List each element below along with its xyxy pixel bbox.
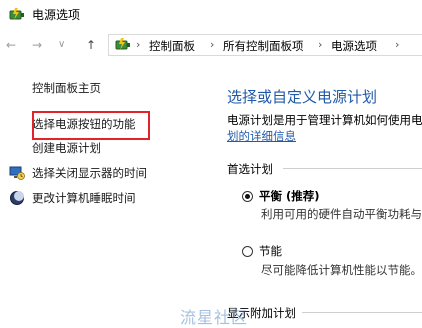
control-panel-icon bbox=[115, 38, 130, 50]
description-text: 电源计划是用于管理计算机如何使用电 bbox=[227, 113, 422, 127]
sidebar-home-link[interactable]: 控制面板主页 bbox=[32, 80, 101, 96]
address-bar: ← → ∨ ↑ › 控制面板 › 所有控制面板项 › 电源选项 › bbox=[0, 30, 422, 60]
group-divider bbox=[302, 312, 422, 313]
plan-power-saver-label[interactable]: 节能 bbox=[259, 243, 282, 259]
power-options-icon bbox=[9, 8, 24, 20]
recent-locations-chevron-icon[interactable]: ∨ bbox=[58, 39, 65, 50]
sidebar-item-create-plan[interactable]: 创建电源计划 bbox=[32, 140, 101, 156]
page-title: 选择或自定义电源计划 bbox=[227, 88, 378, 106]
up-arrow-icon[interactable]: ↑ bbox=[86, 38, 96, 52]
breadcrumb-all-items[interactable]: 所有控制面板项 bbox=[223, 38, 304, 54]
back-arrow-icon[interactable]: ← bbox=[6, 38, 16, 52]
plan-balanced-label[interactable]: 平衡 (推荐) bbox=[259, 188, 320, 204]
window-title: 电源选项 bbox=[32, 8, 81, 22]
plan-details-link[interactable]: 划的详细信息 bbox=[227, 128, 296, 144]
moon-icon bbox=[10, 191, 24, 205]
plan-balanced-radio[interactable] bbox=[242, 191, 253, 202]
breadcrumb-power-options[interactable]: 电源选项 bbox=[331, 38, 377, 54]
breadcrumb-control-panel[interactable]: 控制面板 bbox=[149, 38, 195, 54]
monitor-clock-icon bbox=[9, 166, 25, 180]
address-box[interactable]: › 控制面板 › 所有控制面板项 › 电源选项 › bbox=[108, 34, 422, 56]
breadcrumb-separator-icon[interactable]: › bbox=[395, 38, 399, 51]
title-bar: 电源选项 bbox=[0, 0, 422, 30]
plan-power-saver-description: 尽可能降低计算机性能以节能。 bbox=[261, 263, 422, 277]
plan-balanced-description: 利用可用的硬件自动平衡功耗与 bbox=[261, 207, 422, 221]
sidebar-item-display-off-time[interactable]: 选择关闭显示器的时间 bbox=[32, 165, 147, 181]
watermark-text: 流星社区 bbox=[180, 308, 249, 327]
breadcrumb-separator-icon[interactable]: › bbox=[318, 38, 322, 51]
preferred-plans-label: 首选计划 bbox=[227, 162, 273, 176]
group-divider bbox=[283, 168, 422, 169]
plan-power-saver-radio[interactable] bbox=[242, 246, 253, 257]
breadcrumb-separator-icon[interactable]: › bbox=[136, 38, 140, 51]
forward-arrow-icon[interactable]: → bbox=[32, 38, 42, 52]
breadcrumb-separator-icon[interactable]: › bbox=[210, 38, 214, 51]
sidebar-item-sleep-time[interactable]: 更改计算机睡眠时间 bbox=[32, 190, 136, 206]
highlight-box bbox=[32, 111, 150, 140]
